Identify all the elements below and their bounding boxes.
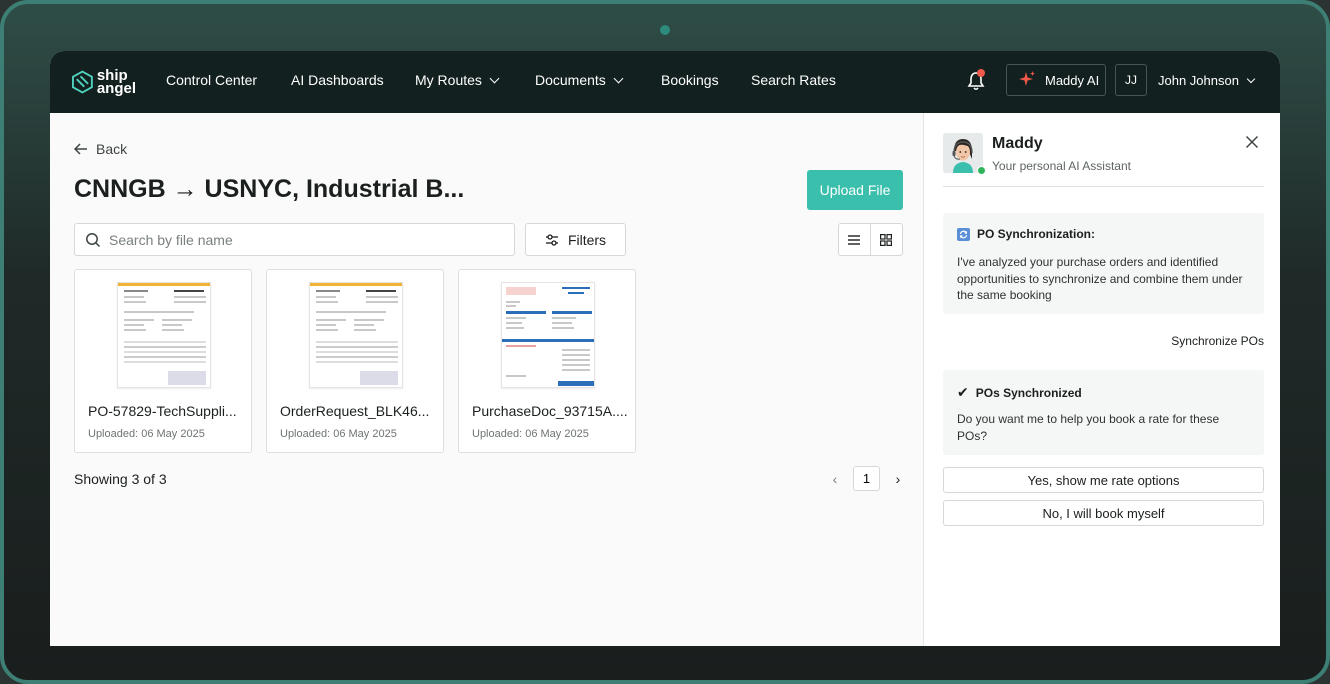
checkmark-icon: ✔ xyxy=(957,384,969,400)
message-title-text: PO Synchronization: xyxy=(977,227,1096,241)
results-count: Showing 3 of 3 xyxy=(74,471,167,487)
show-rate-options-button[interactable]: Yes, show me rate options xyxy=(943,467,1264,493)
app-screen: ship angel Control Center AI Dashboards … xyxy=(50,51,1280,646)
upload-date: Uploaded: 06 May 2025 xyxy=(472,428,589,440)
back-button[interactable]: Back xyxy=(74,141,127,157)
user-menu[interactable]: John Johnson xyxy=(1158,73,1256,88)
nav-control-center[interactable]: Control Center xyxy=(166,72,257,88)
synchronize-pos-action[interactable]: Synchronize POs xyxy=(943,334,1264,348)
documents-main: Back CNNGB → USNYC, Industrial B... Uplo… xyxy=(50,113,923,646)
file-name: PO-57829-TechSuppli... xyxy=(88,403,237,419)
message-title-text: POs Synchronized xyxy=(975,385,1082,400)
chevron-down-icon xyxy=(489,73,500,83)
pagination: ‹ 1 › xyxy=(825,466,908,491)
user-avatar[interactable]: JJ xyxy=(1115,64,1147,96)
list-view-button[interactable] xyxy=(839,224,871,255)
search-icon xyxy=(86,232,101,247)
upload-file-button[interactable]: Upload File xyxy=(807,170,903,210)
document-thumbnail xyxy=(117,282,211,388)
nav-bookings[interactable]: Bookings xyxy=(661,72,719,88)
upload-date: Uploaded: 06 May 2025 xyxy=(88,428,205,440)
assistant-name: Maddy xyxy=(992,135,1043,152)
chevron-down-icon xyxy=(613,73,624,83)
filters-button[interactable]: Filters xyxy=(525,223,626,256)
message-body: Do you want me to help you book a rate f… xyxy=(957,412,1220,443)
online-status-dot xyxy=(977,166,986,175)
message-title: ✔ POs Synchronized xyxy=(957,384,1250,401)
file-name: PurchaseDoc_93715A.... xyxy=(472,403,628,419)
upload-date: Uploaded: 06 May 2025 xyxy=(280,428,397,440)
message-title: PO Synchronization: xyxy=(957,227,1250,241)
filters-label: Filters xyxy=(567,231,607,248)
top-nav: ship angel Control Center AI Dashboards … xyxy=(50,51,1280,113)
close-icon[interactable] xyxy=(1245,135,1259,149)
view-toggle xyxy=(838,223,903,256)
ai-assistant-panel: Maddy Your personal AI Assistant PO Sync… xyxy=(923,113,1280,646)
sparkle-icon xyxy=(1019,71,1035,86)
file-card[interactable]: PurchaseDoc_93715A.... Uploaded: 06 May … xyxy=(458,269,636,453)
chevron-down-icon xyxy=(1246,74,1256,83)
message-po-sync: PO Synchronization: I've analyzed your p… xyxy=(943,213,1264,314)
nav-documents[interactable]: Documents xyxy=(535,72,624,88)
sync-icon xyxy=(957,227,970,241)
file-card[interactable]: PO-57829-TechSuppli... Uploaded: 06 May … xyxy=(74,269,252,453)
ship-angel-logo[interactable]: ship angel xyxy=(72,66,136,98)
grid-icon xyxy=(880,233,893,246)
panel-divider xyxy=(943,186,1264,187)
assistant-subtitle: Your personal AI Assistant xyxy=(992,159,1131,173)
search-box[interactable] xyxy=(74,223,515,256)
message-pos-synchronized: ✔ POs Synchronized Do you want me to hel… xyxy=(943,370,1264,455)
camera-dot xyxy=(660,25,670,35)
maddy-ai-label: Maddy AI xyxy=(1045,72,1100,88)
grid-view-button[interactable] xyxy=(871,224,902,255)
page-title: CNNGB → USNYC, Industrial B... xyxy=(74,175,465,203)
user-name-label: John Johnson xyxy=(1158,73,1239,88)
file-name: OrderRequest_BLK46... xyxy=(280,403,430,419)
document-thumbnail xyxy=(501,282,595,388)
maddy-ai-button[interactable]: Maddy AI xyxy=(1006,64,1106,96)
search-input[interactable] xyxy=(109,231,489,248)
file-grid: PO-57829-TechSuppli... Uploaded: 06 May … xyxy=(74,269,636,453)
logo-icon xyxy=(72,70,93,94)
logo-text: ship angel xyxy=(96,67,136,97)
notification-badge xyxy=(977,69,985,77)
next-page-icon[interactable]: › xyxy=(888,471,908,487)
prev-page-icon[interactable]: ‹ xyxy=(825,471,845,487)
document-thumbnail xyxy=(309,282,403,388)
nav-search-rates[interactable]: Search Rates xyxy=(751,72,836,88)
arrow-left-icon xyxy=(74,143,87,155)
back-label: Back xyxy=(96,141,128,157)
book-myself-button[interactable]: No, I will book myself xyxy=(943,500,1264,526)
list-icon xyxy=(848,234,861,245)
nav-ai-dashboards[interactable]: AI Dashboards xyxy=(291,72,384,88)
sliders-icon xyxy=(545,233,558,246)
nav-my-routes[interactable]: My Routes xyxy=(415,72,500,88)
file-card[interactable]: OrderRequest_BLK46... Uploaded: 06 May 2… xyxy=(266,269,444,453)
message-body: I've analyzed your purchase orders and i… xyxy=(957,255,1243,302)
page-number[interactable]: 1 xyxy=(853,466,880,491)
